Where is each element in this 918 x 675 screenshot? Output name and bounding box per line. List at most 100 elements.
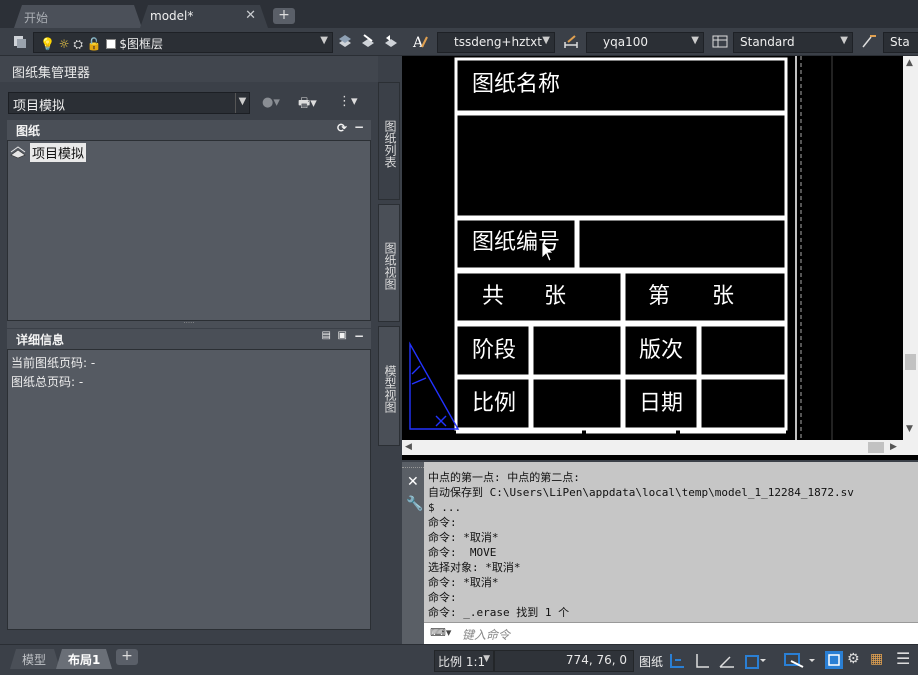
- ucs-icon: [409, 341, 460, 430]
- mleader-style-dropdown[interactable]: Sta: [883, 32, 918, 53]
- project-select[interactable]: 项目模拟 ▼: [8, 92, 250, 114]
- title-cell-number: 图纸编号: [472, 230, 561, 255]
- scale-value: 比例 1:1: [438, 655, 486, 669]
- tab-layout1-label: 布局1: [68, 653, 101, 667]
- title-cell-name: 图纸名称: [472, 72, 561, 97]
- dim-style-dropdown[interactable]: yqa100 ▼: [586, 32, 704, 53]
- sheets-tree: 项目模拟: [7, 140, 371, 321]
- tab-model-space[interactable]: 模型: [10, 649, 60, 669]
- title-cell-revision: 版次: [639, 338, 684, 363]
- coordinates-readout[interactable]: 774, 76, 0: [494, 650, 634, 672]
- details-body: 当前图纸页码: - 图纸总页码: -: [7, 349, 371, 630]
- table-style-dropdown[interactable]: Standard ▼: [733, 32, 853, 53]
- tab-sheet-views[interactable]: 图纸视图: [378, 204, 400, 322]
- history-line: $ ...: [428, 501, 462, 514]
- publish-icon[interactable]: ●▾: [262, 95, 280, 110]
- tab-sheet-list[interactable]: 图纸列表: [378, 82, 400, 200]
- title-cell-index: 第: [648, 284, 671, 309]
- chevron-down-icon: ▼: [320, 35, 328, 46]
- command-input[interactable]: ⌨▾ 键入命令: [424, 622, 918, 644]
- title-cell-scale: 比例: [472, 391, 517, 416]
- tree-item-label: 项目模拟: [30, 142, 87, 162]
- splitter-handle[interactable]: ·····: [7, 320, 371, 328]
- grid-icon[interactable]: [667, 652, 687, 670]
- tab-model[interactable]: model* ✕: [140, 5, 268, 28]
- history-line: 命令: MOVE: [428, 546, 497, 559]
- close-icon[interactable]: ✕: [407, 474, 419, 490]
- total-page-number: 图纸总页码: -: [11, 375, 84, 389]
- tab-model-views[interactable]: 模型视图: [378, 326, 400, 446]
- coordinates-value: 774, 76, 0: [565, 653, 627, 667]
- chevron-down-icon: ▼: [542, 35, 550, 46]
- sheet-set-manager: 图纸集管理器 项目模拟 ▼ ●▾ 🖶▾ ⋮▾ 图纸 ⟳ − 项目模拟 ·····…: [0, 56, 402, 644]
- ortho-icon[interactable]: [717, 652, 737, 670]
- ssm-title: 图纸集管理器: [12, 66, 91, 81]
- chevron-down-icon: ▼: [483, 654, 490, 664]
- sheet-options-icon[interactable]: ⋮▾: [338, 94, 358, 109]
- dim-style-icon[interactable]: [563, 33, 579, 49]
- plot-icon[interactable]: 🖶▾: [298, 94, 317, 116]
- make-current-layer-icon[interactable]: [337, 33, 353, 49]
- history-line: 选择对象: *取消*: [428, 561, 521, 574]
- snap-icon[interactable]: [693, 652, 711, 670]
- layer-previous-icon[interactable]: [383, 33, 399, 49]
- refresh-icon[interactable]: ⟳: [337, 121, 347, 135]
- layer-dropdown[interactable]: 💡 ☼ ⛭ 🔓 $图框层 ▼: [33, 32, 333, 53]
- scale-dropdown[interactable]: 比例 1:1 ▼: [434, 650, 494, 672]
- tab-layout1[interactable]: 布局1: [56, 649, 112, 669]
- dim-style-value: yqa100: [603, 35, 648, 49]
- text-style-dropdown[interactable]: tssdeng+hztxt ▼: [437, 32, 555, 53]
- vertical-scroll-thumb[interactable]: [905, 354, 916, 370]
- table-style-icon[interactable]: [712, 33, 728, 49]
- title-cell-date: 日期: [639, 391, 684, 416]
- new-tab-button[interactable]: +: [273, 8, 295, 24]
- tab-start[interactable]: 开始: [14, 5, 142, 28]
- chevron-up-icon[interactable]: ▲: [906, 58, 913, 68]
- text-style-icon[interactable]: A: [412, 33, 428, 49]
- collapse-icon[interactable]: −: [354, 329, 364, 343]
- object-snap-icon[interactable]: [783, 651, 819, 671]
- layer-manager-icon[interactable]: [12, 33, 28, 49]
- chevron-down-icon[interactable]: ▼: [906, 424, 913, 434]
- match-layer-icon[interactable]: [360, 33, 376, 49]
- horizontal-scroll-thumb[interactable]: [868, 442, 884, 453]
- collapse-icon[interactable]: −: [354, 120, 364, 134]
- annotation-visibility-icon[interactable]: ⚙: [847, 651, 860, 667]
- sheets-header-label: 图纸: [16, 124, 41, 138]
- project-select-value: 项目模拟: [13, 99, 66, 114]
- drawing-canvas[interactable]: 图纸名称 图纸编号 共 张 第 张 阶段 版次 比例 日期: [402, 56, 918, 460]
- details-icon[interactable]: ▤: [322, 330, 331, 341]
- chevron-down-icon: ▼: [691, 35, 699, 46]
- sheet-set-icon: [10, 146, 26, 159]
- add-layout-button[interactable]: +: [116, 649, 138, 665]
- layer-name: $图框层: [119, 37, 164, 51]
- bulb-icon: 💡: [40, 37, 55, 51]
- properties-toolbar: 💡 ☼ ⛭ 🔓 $图框层 ▼ A tssdeng+hztxt ▼ yqa100 …: [0, 28, 918, 56]
- space-toggle[interactable]: 图纸: [639, 653, 663, 670]
- details-header-label: 详细信息: [16, 333, 65, 347]
- chevron-left-icon[interactable]: ◀: [405, 442, 412, 452]
- command-window-handle[interactable]: ✕ 🔧: [402, 462, 424, 644]
- tree-item[interactable]: 项目模拟: [10, 142, 87, 162]
- mleader-style-icon[interactable]: [861, 33, 877, 49]
- grip-icon[interactable]: [402, 462, 424, 468]
- mleader-style-value: Sta: [890, 35, 910, 49]
- vertical-scrollbar[interactable]: ▲ ▼: [903, 56, 918, 440]
- wrench-icon[interactable]: 🔧: [406, 496, 423, 512]
- history-line: 中点的第一点: 中点的第二点:: [428, 471, 580, 484]
- table-style-value: Standard: [740, 35, 795, 49]
- workspace-icon[interactable]: [824, 650, 844, 670]
- tab-model-space-label: 模型: [22, 653, 47, 667]
- status-bar: 模型 布局1 + 比例 1:1 ▼ 774, 76, 0 图纸 ⚙ ▦ ☰: [0, 644, 918, 675]
- customization-menu-icon[interactable]: ☰: [896, 649, 910, 668]
- history-line: 命令: _.erase 找到 1 个: [428, 606, 570, 619]
- scroll-corner: [903, 440, 918, 455]
- tab-model-label: model*: [150, 9, 194, 23]
- prompt-icon[interactable]: ⌨▾: [430, 626, 451, 639]
- preview-icon[interactable]: ▣: [338, 330, 347, 341]
- horizontal-scrollbar[interactable]: ◀ ▶: [402, 440, 903, 455]
- polar-icon[interactable]: [743, 651, 767, 671]
- close-icon[interactable]: ✕: [245, 8, 256, 23]
- chevron-right-icon[interactable]: ▶: [890, 442, 897, 452]
- hardware-acceleration-icon[interactable]: ▦: [870, 651, 883, 667]
